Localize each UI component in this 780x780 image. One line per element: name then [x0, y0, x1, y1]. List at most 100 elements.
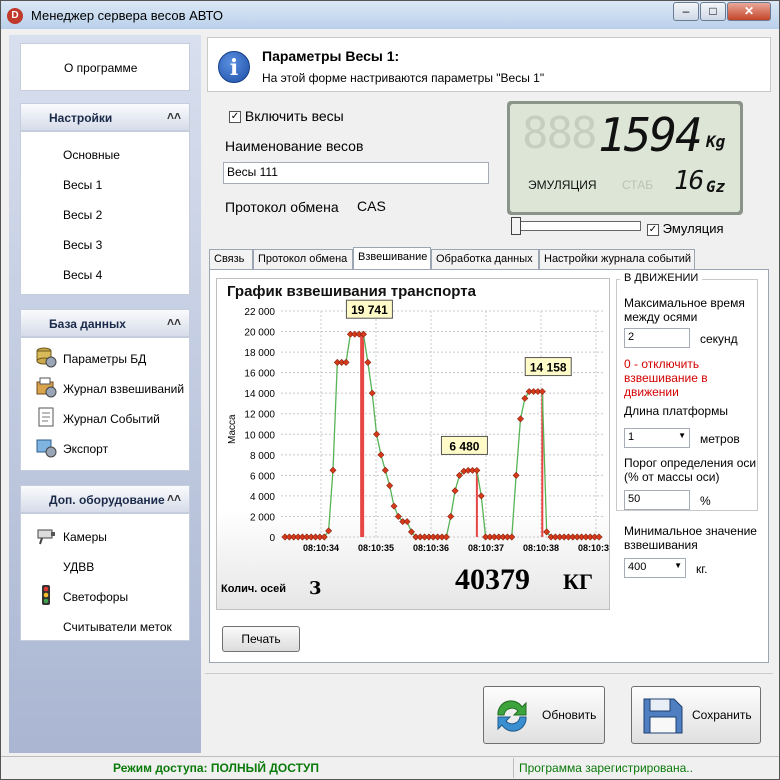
sidebar-item-udvv[interactable]: УДВВ [63, 560, 94, 574]
traffic-light-icon [42, 585, 50, 605]
in-motion-legend: В ДВИЖЕНИИ [620, 272, 703, 284]
dropdown-arrow-icon[interactable]: ▼ [674, 561, 682, 570]
camera-icon [37, 529, 55, 545]
chart-data-point [364, 358, 372, 366]
display-ghost-digits: 888 [522, 108, 597, 159]
platform-length-label: Длина платформы [624, 404, 728, 418]
about-group: О программе [20, 43, 190, 91]
emulation-checkbox[interactable]: ✓ [647, 223, 659, 236]
chart-x-tick-label: 08:10:35 [358, 543, 394, 553]
enable-scale-checkbox[interactable]: ✓ [229, 111, 241, 124]
emulation-checkbox-row[interactable]: ✓ Эмуляция [647, 221, 724, 236]
event-journal-icon [38, 407, 54, 427]
weigh-journal-icon [36, 377, 57, 398]
sidebar-item-db-settings[interactable]: Параметры БД [63, 352, 146, 366]
chart-data-point [538, 388, 546, 396]
status-divider [513, 758, 514, 778]
weighing-chart: График взвешивания транспорта 22 000 20 0… [216, 278, 610, 610]
collapse-chevron-icon[interactable]: ˄˄ [167, 491, 181, 505]
database-group-title: База данных [49, 317, 126, 331]
chart-x-tick-label: 08:10:38 [523, 543, 559, 553]
save-label: Сохранить [692, 708, 752, 722]
emulation-slider-thumb[interactable] [511, 217, 521, 235]
save-icon [643, 698, 683, 734]
axle-threshold-unit: % [700, 494, 711, 508]
chart-plot: 22 000 20 000 18 000 16 000 14 000 12 000 10 0… [227, 299, 609, 553]
collapse-chevron-icon[interactable]: ˄˄ [167, 315, 181, 329]
platform-length-select[interactable]: 1 ▼ [624, 428, 690, 448]
refresh-label: Обновить [542, 708, 597, 722]
sidebar-item-weigh-journal[interactable]: Журнал взвешиваний [63, 382, 184, 396]
refresh-button[interactable]: Обновить [483, 686, 605, 744]
refresh-icon [497, 700, 527, 732]
chart-data-point [508, 533, 516, 541]
enable-scale-label: Включить весы [244, 108, 344, 124]
settings-group-title: Настройки [49, 111, 113, 125]
min-weigh-select[interactable]: 400 ▼ [624, 558, 686, 578]
tab-weighing[interactable]: Взвешивание [353, 247, 431, 270]
tab-connection[interactable]: Связь [209, 249, 253, 269]
about-link[interactable]: О программе [64, 61, 137, 75]
database-group-header[interactable]: База данных ˄˄ [20, 309, 190, 337]
chart-data-point [403, 518, 411, 526]
maximize-button[interactable]: □ [700, 2, 726, 21]
weight-display: 888 1594 Kg ЭМУЛЯЦИЯ СТАБ 16 Gz [507, 101, 743, 215]
title-bar[interactable]: D Менеджер сервера весов АВТО – □ ✕ [1, 1, 779, 29]
max-time-input[interactable]: 2 [624, 328, 690, 348]
total-weight: 40379 [455, 563, 530, 596]
axle-count-value: 3 [309, 578, 322, 599]
page-subtitle: На этой форме настриваются параметры "Ве… [262, 71, 545, 85]
registration-status: Программа зарегистрирована.. [519, 761, 693, 775]
settings-group-header[interactable]: Настройки ˄˄ [20, 103, 190, 131]
print-button[interactable]: Печать [222, 626, 300, 652]
sidebar-item-traffic-lights[interactable]: Светофоры [63, 590, 128, 604]
database-group: Параметры БД Журнал взвешиваний Журнал С… [20, 337, 190, 471]
emulation-slider-track[interactable] [511, 221, 641, 231]
window-title: Менеджер сервера весов АВТО [31, 8, 224, 23]
tab-protocol[interactable]: Протокол обмена [253, 249, 353, 269]
chart-data-point [517, 415, 524, 423]
sidebar-item-export[interactable]: Экспорт [63, 442, 108, 456]
dropdown-arrow-icon[interactable]: ▼ [678, 431, 686, 440]
axle-threshold-label: Порог определения оси (% от массы оси) [624, 456, 757, 484]
minimize-button[interactable]: – [673, 2, 699, 21]
sidebar-item-scale-3[interactable]: Весы 3 [63, 238, 102, 252]
tab-data-processing[interactable]: Обработка данных [431, 249, 539, 269]
sidebar-item-tag-readers[interactable]: Считыватели меток [63, 620, 172, 634]
app-window: D Менеджер сервера весов АВТО – □ ✕ О пр… [0, 0, 780, 780]
tab-event-log-settings[interactable]: Настройки журнала событий [539, 249, 695, 269]
sidebar-item-cameras[interactable]: Камеры [63, 530, 107, 544]
scale-name-input[interactable]: Весы 111 [223, 162, 489, 184]
chart-y-tick-label: 18 000 [244, 348, 275, 359]
sidebar-item-scale-1[interactable]: Весы 1 [63, 178, 102, 192]
emulation-label: Эмуляция [662, 221, 724, 236]
sidebar-item-event-journal[interactable]: Журнал Событий [63, 412, 160, 426]
sidebar-item-scale-4[interactable]: Весы 4 [63, 268, 102, 282]
sidebar-item-scale-2[interactable]: Весы 2 [63, 208, 102, 222]
sidebar-item-basic[interactable]: Основные [63, 148, 120, 162]
axle-threshold-input[interactable]: 50 [624, 490, 690, 510]
chart-data-point [451, 487, 459, 495]
chart-y-tick-label: 22 000 [244, 307, 275, 318]
chart-data-point [442, 533, 450, 541]
axle-count-label: Колич. осей [221, 583, 286, 595]
save-button[interactable]: Сохранить [631, 686, 761, 744]
equipment-group-header[interactable]: Доп. оборудование ˄˄ [20, 485, 190, 513]
display-frequency-unit: Gz [706, 177, 726, 196]
chart-data-point [447, 512, 455, 520]
access-mode-status: Режим доступа: ПОЛНЫЙ ДОСТУП [113, 761, 320, 775]
chart-data-point [386, 482, 394, 490]
enable-scale-checkbox-row[interactable]: ✓ Включить весы [229, 108, 344, 124]
display-stab: СТАБ [622, 178, 654, 192]
scale-name-label: Наименование весов [225, 138, 364, 154]
disable-motion-hint: 0 - отключить взвешивание в движении [624, 357, 708, 399]
chart-y-tick-label: 16 000 [244, 369, 275, 380]
collapse-chevron-icon[interactable]: ˄˄ [167, 109, 181, 123]
chart-x-tick-label: 08:10:36 [413, 543, 449, 553]
action-bar: Обновить Сохранить [205, 673, 773, 757]
chart-data-point [342, 358, 350, 366]
close-button[interactable]: ✕ [727, 2, 771, 21]
chart-peak-label: 14 158 [530, 361, 567, 375]
max-time-label: Максимальное время между осями [624, 296, 745, 324]
page-header: i Параметры Весы 1: На этой форме настри… [207, 37, 771, 92]
